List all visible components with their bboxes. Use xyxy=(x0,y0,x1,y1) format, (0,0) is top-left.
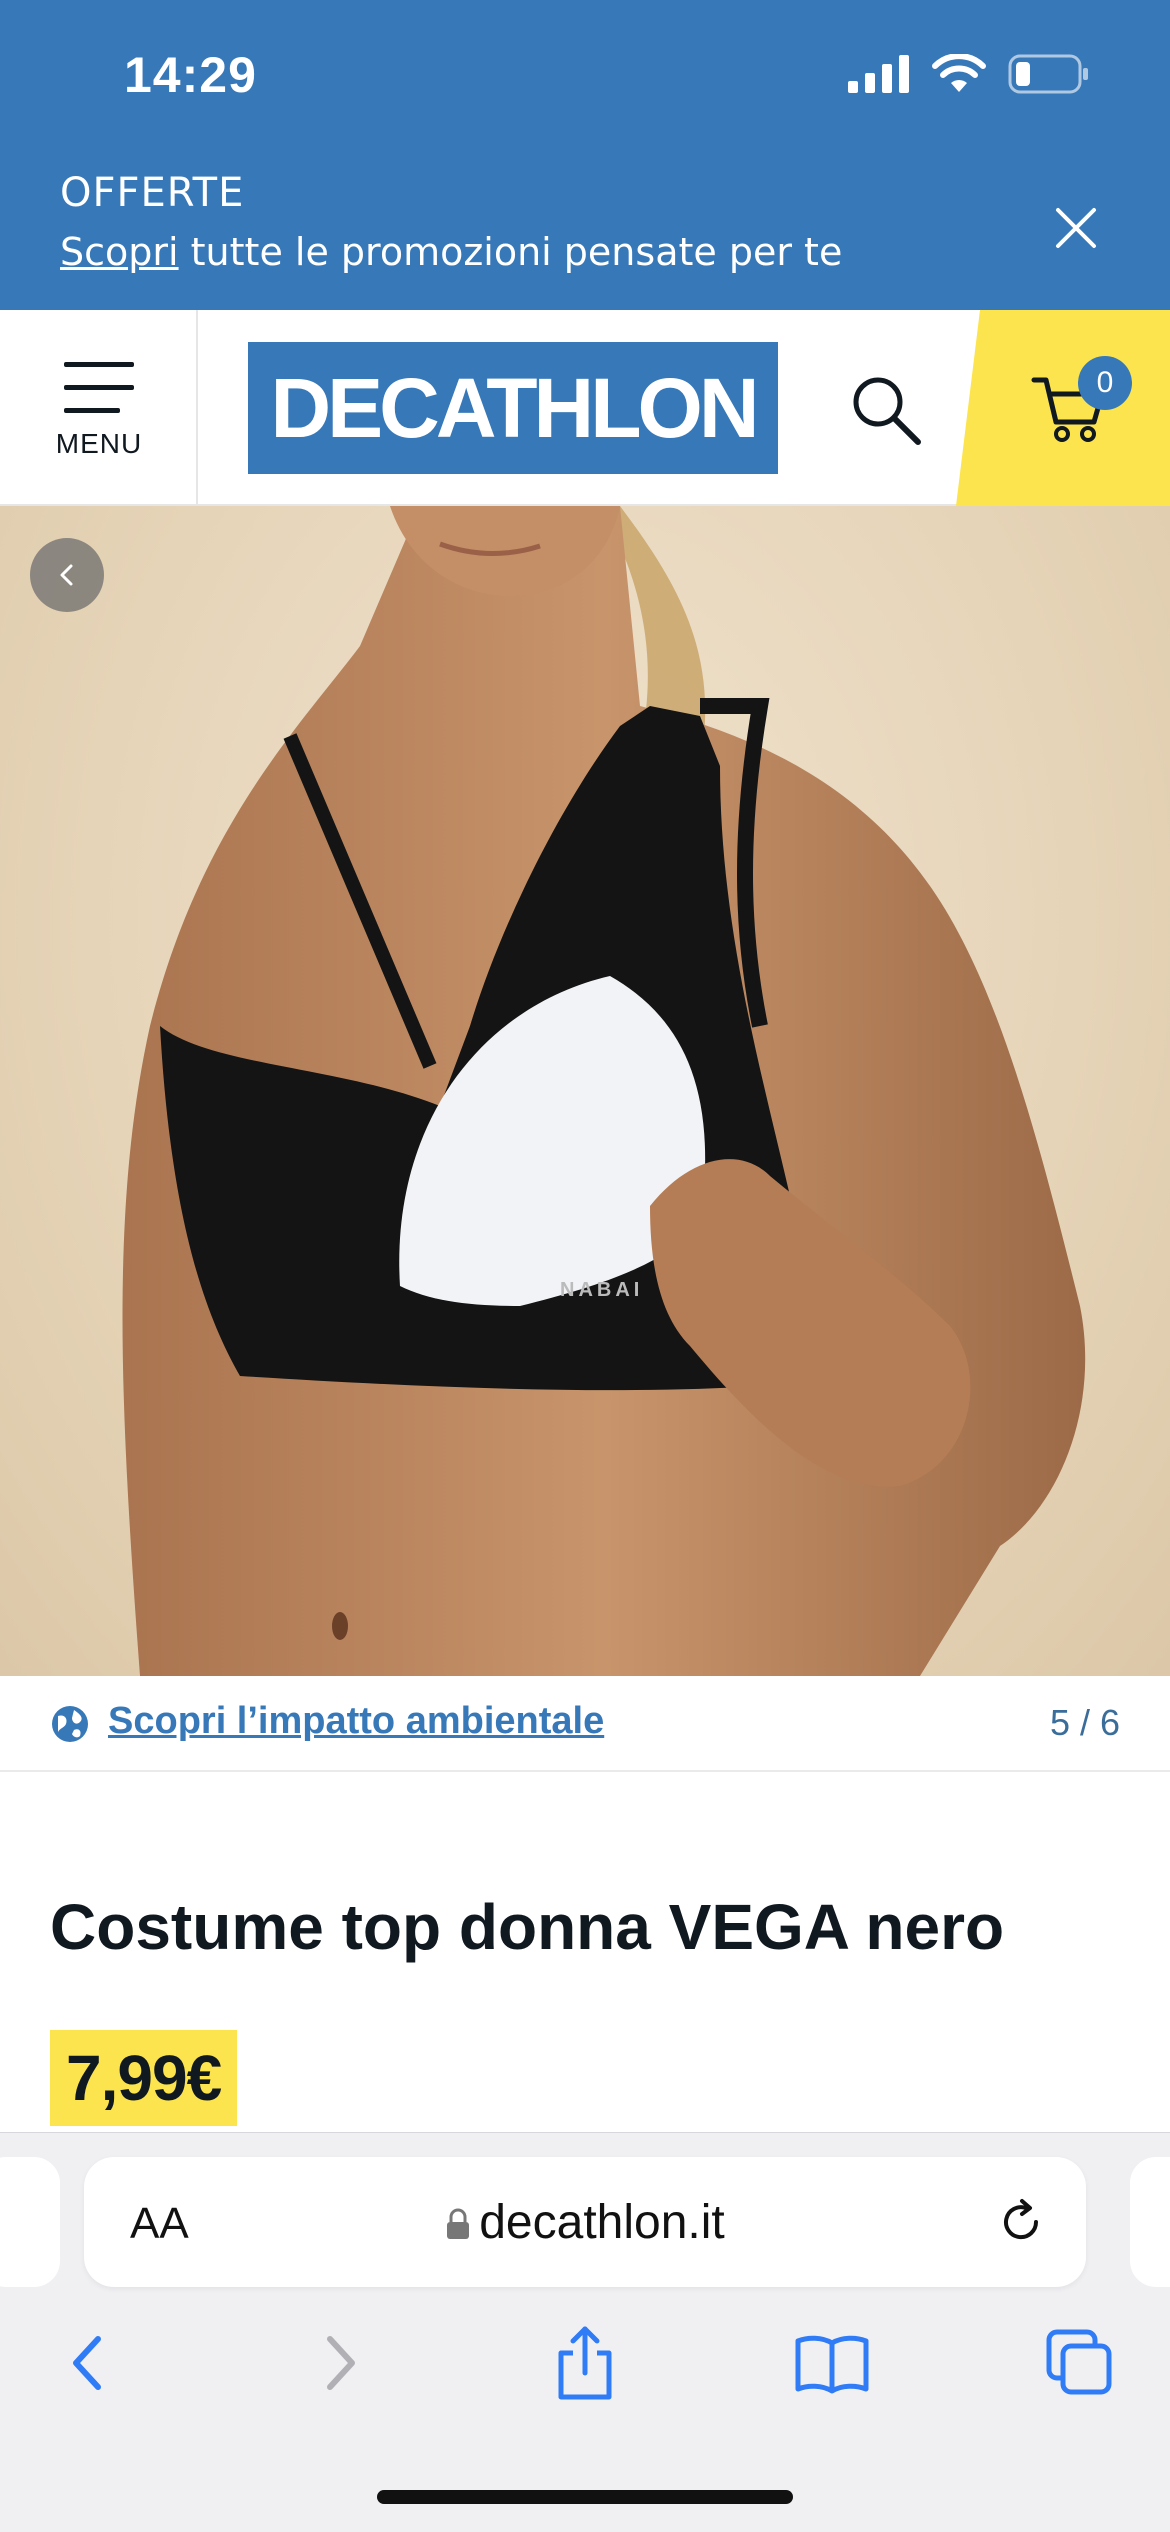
promo-title: OFFERTE xyxy=(60,170,245,216)
wifi-icon xyxy=(932,54,986,92)
status-bar: 14:29 xyxy=(0,0,1170,140)
address-bar[interactable]: AA decathlon.it xyxy=(84,2157,1086,2287)
product-photo: NABAI xyxy=(122,506,1086,1676)
cart-count-badge: 0 xyxy=(1078,356,1132,410)
globe-icon xyxy=(52,1706,88,1742)
decathlon-logo[interactable]: DECATHLON xyxy=(248,342,778,474)
promo-text: Scopri tutte le promozioni pensate per t… xyxy=(60,230,842,274)
tabs-button[interactable] xyxy=(1040,2323,1120,2403)
share-button[interactable] xyxy=(545,2323,625,2403)
signal-icon xyxy=(848,55,909,93)
chevron-left-icon xyxy=(60,564,73,586)
promo-banner: OFFERTE Scopri tutte le promozioni pensa… xyxy=(0,140,1170,310)
bra-print: NABAI xyxy=(560,1279,643,1301)
close-icon[interactable] xyxy=(1052,204,1100,252)
product-title: Costume top donna VEGA nero xyxy=(50,1891,1005,1963)
logo-text: DECATHLON xyxy=(270,360,759,455)
forward-icon xyxy=(327,2336,355,2390)
menu-button[interactable]: MENU xyxy=(0,310,198,506)
tabs-icon xyxy=(1046,2329,1112,2395)
status-time: 14:29 xyxy=(124,47,257,103)
browser-toolbar xyxy=(0,2323,1170,2403)
environmental-impact-link[interactable]: Scopri l’impatto ambientale xyxy=(108,1700,604,1743)
status-icons xyxy=(848,54,1090,94)
battery-icon xyxy=(1008,54,1088,94)
reload-icon[interactable] xyxy=(996,2197,1046,2247)
gallery-prev-button[interactable] xyxy=(30,538,104,612)
url-display[interactable]: decathlon.it xyxy=(84,2195,1086,2250)
browser-bottom-bar: AA decathlon.it xyxy=(0,2132,1170,2532)
back-icon xyxy=(73,2336,101,2390)
forward-button[interactable] xyxy=(300,2323,380,2403)
home-indicator xyxy=(377,2490,793,2504)
image-counter: 5 / 6 xyxy=(1049,1702,1120,1743)
menu-label: MENU xyxy=(55,428,143,459)
product-image[interactable]: NABAI xyxy=(0,506,1170,1676)
search-icon[interactable] xyxy=(846,370,926,450)
bookmarks-button[interactable] xyxy=(792,2323,872,2403)
cart-button[interactable]: 0 xyxy=(956,310,1170,506)
bookmarks-icon xyxy=(795,2335,869,2394)
product-price: 7,99€ xyxy=(50,2030,238,2126)
lock-icon xyxy=(447,2208,470,2239)
promo-link[interactable]: Scopri xyxy=(60,230,179,274)
url-text: decathlon.it xyxy=(479,2196,725,2249)
back-button[interactable] xyxy=(48,2323,128,2403)
gallery-info-bar: Scopri l’impatto ambientale 5 / 6 xyxy=(0,1676,1170,1772)
next-tab-preview[interactable] xyxy=(1130,2157,1170,2287)
promo-description: tutte le promozioni pensate per te xyxy=(178,230,843,274)
site-header: MENU DECATHLON 0 xyxy=(0,310,1170,506)
previous-tab-preview[interactable] xyxy=(0,2157,60,2287)
menu-icon xyxy=(64,362,134,431)
share-icon xyxy=(558,2326,612,2400)
